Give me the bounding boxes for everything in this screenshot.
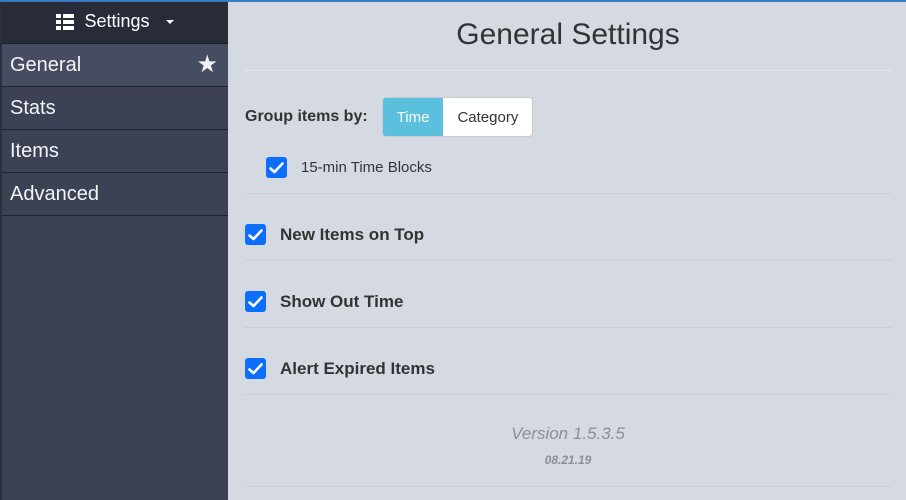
alert-expired-items-checkbox[interactable] [245,358,266,379]
new-items-on-top-label: New Items on Top [280,224,425,244]
star-icon: ★ [196,51,218,78]
main-content: General Settings Group items by: Time Ca… [228,0,906,500]
show-out-time-checkbox[interactable] [245,291,266,312]
time-blocks-checkbox[interactable] [266,157,287,178]
title-divider [245,70,891,71]
sidebar-item-stats[interactable]: Stats [2,87,228,130]
group-by-time-button[interactable]: Time [382,98,444,136]
sidebar-item-general[interactable]: General ★ [2,44,228,87]
show-out-time-option: Show Out Time [245,291,403,312]
list-grid-icon [56,13,75,30]
checkmark-icon [248,362,263,374]
alert-expired-items-label: Alert Expired Items [280,358,435,378]
divider [245,327,891,328]
alert-expired-items-option: Alert Expired Items [245,358,435,379]
group-by-row: Group items by: Time Category [245,97,534,137]
sidebar-item-label: Advanced [10,182,99,205]
sidebar-item-label: Stats [10,96,56,119]
group-by-label: Group items by: [245,108,368,125]
settings-menu-label: Settings [84,11,150,31]
version-text: Version 1.5.3.5 [511,424,625,443]
show-out-time-label: Show Out Time [280,291,404,311]
top-accent-line [0,0,906,2]
divider [245,193,891,194]
checkmark-icon [248,295,263,307]
time-blocks-label: 15-min Time Blocks [301,159,432,176]
new-items-on-top-option: New Items on Top [245,224,424,245]
divider [245,394,891,395]
checkmark-icon [269,161,284,173]
caret-down-icon [165,19,174,24]
group-by-toggle: Time Category [381,97,534,137]
checkmark-icon [248,228,263,240]
divider [245,486,891,487]
sidebar: Settings General ★ Stats Items Advanced [0,0,228,500]
sidebar-item-advanced[interactable]: Advanced [2,173,228,216]
sidebar-item-label: Items [10,139,59,162]
time-blocks-option: 15-min Time Blocks [266,157,432,178]
version-date: 08.21.19 [544,453,592,467]
new-items-on-top-checkbox[interactable] [245,224,266,245]
group-by-category-button[interactable]: Category [443,98,533,136]
page-title: General Settings [456,18,680,51]
sidebar-item-items[interactable]: Items [2,130,228,173]
sidebar-item-label: General [10,53,82,76]
settings-menu-toggle[interactable]: Settings [2,0,228,44]
divider [245,260,891,261]
